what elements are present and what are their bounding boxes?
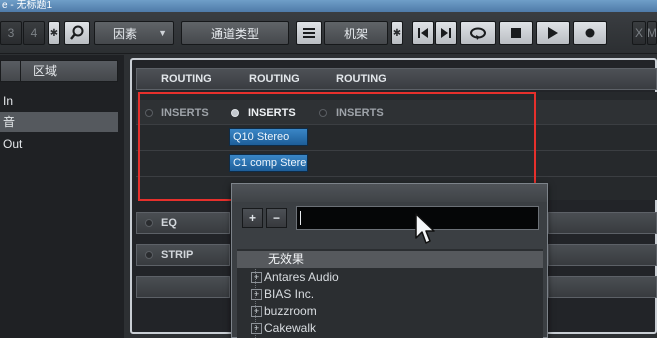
- plugin-item-no-effect[interactable]: 无效果: [237, 251, 543, 268]
- plugin-browser-titlebar: [232, 184, 547, 202]
- plugin-item-antares-audio[interactable]: + Antares Audio: [237, 269, 543, 286]
- rack-star-button[interactable]: ✱: [391, 21, 403, 45]
- toolbar-button-4[interactable]: 4: [23, 21, 45, 45]
- plugin-item-label: Cakewalk: [264, 321, 317, 335]
- mouse-cursor-icon: [415, 213, 435, 244]
- section-header[interactable]: [136, 276, 230, 298]
- eq-section-bar: [548, 212, 657, 234]
- tab-zone[interactable]: 区域: [20, 60, 80, 82]
- routing-bar[interactable]: [136, 68, 657, 90]
- plugin-item-label: Antares Audio: [264, 270, 339, 284]
- rack-menu-button[interactable]: [296, 21, 322, 45]
- chevron-down-icon: ▼: [158, 28, 167, 38]
- plugin-item-label: buzzroom: [264, 304, 317, 318]
- search-button[interactable]: [64, 21, 90, 45]
- skip-end-button[interactable]: [435, 21, 457, 45]
- routing-label-2[interactable]: ROUTING: [249, 68, 300, 90]
- rack-button[interactable]: 机架: [324, 21, 388, 45]
- expand-icon[interactable]: +: [251, 306, 262, 318]
- eq-label[interactable]: EQ: [161, 212, 177, 234]
- zone-item-out[interactable]: Out: [0, 134, 118, 154]
- plugin-item-cakewalk[interactable]: + Cakewalk: [237, 320, 543, 337]
- search-icon: [70, 25, 84, 40]
- skip-start-icon: [418, 28, 428, 38]
- play-button[interactable]: [536, 21, 570, 45]
- plugin-item-buzzroom[interactable]: + buzzroom: [237, 303, 543, 320]
- zone-item-audio[interactable]: 音: [0, 112, 118, 132]
- menu-icon: [303, 28, 315, 38]
- stop-icon: [511, 28, 521, 38]
- plugin-item-label: BIAS Inc.: [264, 287, 315, 301]
- toolbar-button-3[interactable]: 3: [0, 21, 22, 45]
- expand-icon[interactable]: +: [251, 289, 262, 301]
- text-caret: [300, 211, 301, 225]
- routing-label-3[interactable]: ROUTING: [336, 68, 387, 90]
- channel-type-button[interactable]: 通道类型: [181, 21, 289, 45]
- play-icon: [548, 27, 558, 39]
- toolbar-star-button[interactable]: ✱: [48, 21, 60, 45]
- add-button[interactable]: +: [242, 208, 263, 228]
- strip-section-bar: [548, 244, 657, 266]
- window-title: e - 无标题1: [0, 0, 657, 12]
- record-button[interactable]: [573, 21, 607, 45]
- strip-label[interactable]: STRIP: [161, 244, 193, 266]
- record-icon: [585, 28, 595, 38]
- cycle-icon: [470, 27, 486, 40]
- zone-item-in[interactable]: In: [0, 91, 118, 111]
- strip-bypass[interactable]: [145, 251, 153, 259]
- filter-dropdown-label: 因素: [113, 26, 138, 41]
- eq-bypass[interactable]: [145, 219, 153, 227]
- skip-end-icon: [441, 28, 451, 38]
- routing-label-1[interactable]: ROUTING: [161, 68, 212, 90]
- cycle-button[interactable]: [460, 21, 496, 45]
- plugin-item-bias[interactable]: + BIAS Inc.: [237, 286, 543, 303]
- toolbar-button-m[interactable]: M: [647, 21, 657, 45]
- expand-icon[interactable]: +: [251, 323, 262, 335]
- skip-start-button[interactable]: [412, 21, 434, 45]
- remove-button[interactable]: −: [266, 208, 287, 228]
- expand-icon[interactable]: +: [251, 272, 262, 284]
- filter-dropdown[interactable]: 因素 ▼: [94, 21, 174, 45]
- toolbar-button-x[interactable]: X: [632, 21, 646, 45]
- section-bar: [548, 276, 657, 298]
- stop-button[interactable]: [499, 21, 533, 45]
